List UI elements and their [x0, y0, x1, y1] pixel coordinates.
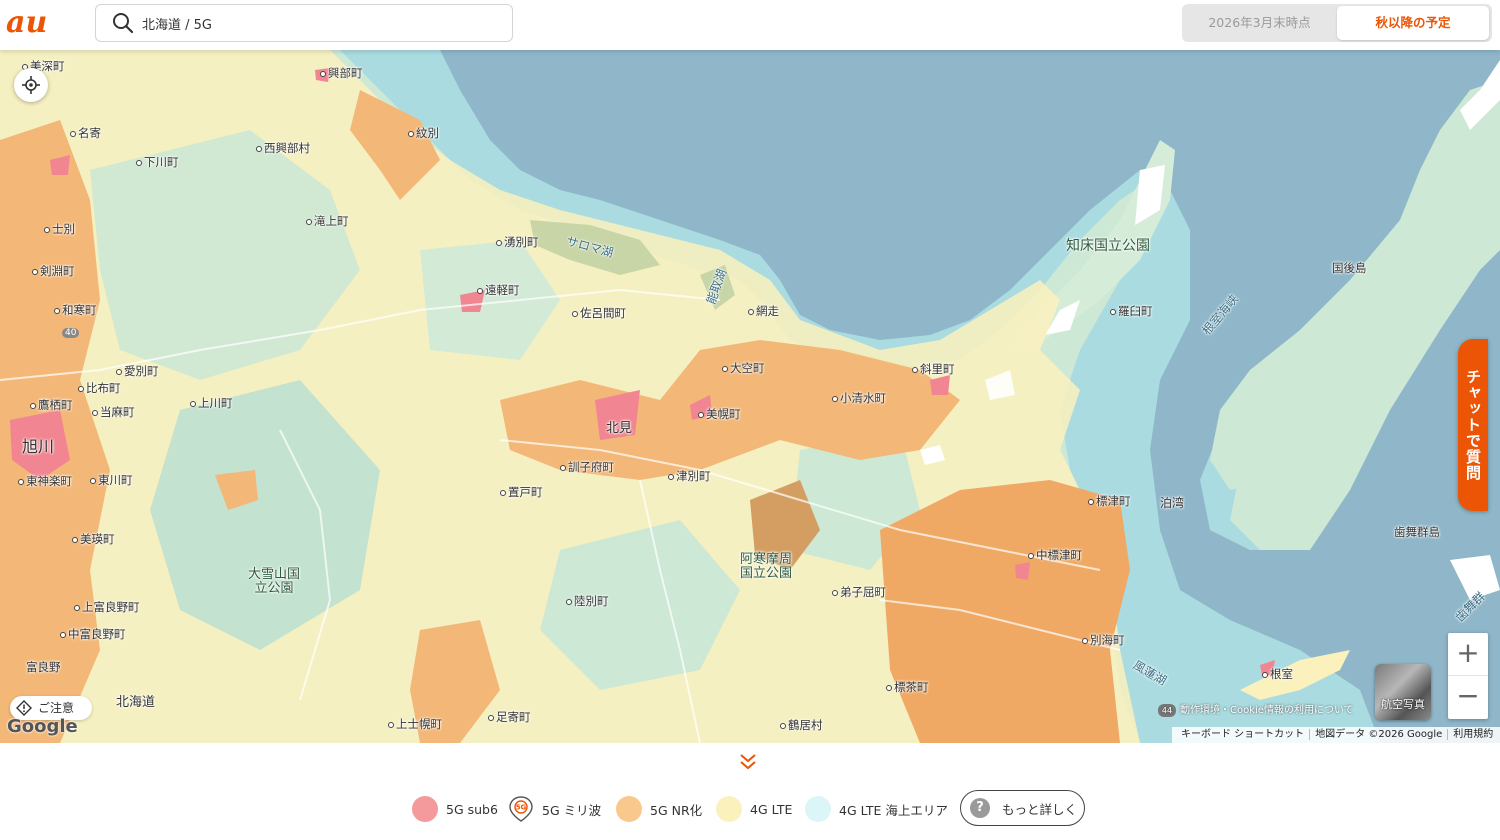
road-shield-44: 44: [1158, 704, 1176, 717]
legend-item-4g-lte-sea: 4G LTE 海上エリア: [805, 796, 948, 822]
place-label: 標津町: [1088, 493, 1131, 509]
city-label-kitami: 北見: [606, 421, 633, 436]
place-label: 上富良野町: [74, 599, 140, 615]
search-input[interactable]: 北海道 / 5G: [142, 14, 212, 33]
road-shield-40: 40: [62, 328, 80, 338]
place-label: 標茶町: [886, 679, 929, 695]
place-label: 中標津町: [1028, 547, 1082, 563]
place-label: 鶴居村: [780, 717, 823, 733]
legend-swatch: [616, 796, 642, 822]
place-label: 下川町: [136, 154, 179, 170]
legend-swatch: [805, 796, 831, 822]
crosshair-icon: [22, 76, 40, 94]
google-logo: Google: [7, 716, 78, 737]
place-label: 大空町: [722, 360, 765, 376]
chat-question-button[interactable]: チャットで質問: [1458, 339, 1488, 511]
search-icon: [113, 13, 134, 34]
place-label: 美瑛町: [72, 531, 115, 547]
legend-swatch: [412, 796, 438, 822]
legend-item-5g-nr: 5G NR化: [616, 796, 702, 822]
place-label: 小清水町: [832, 390, 886, 406]
au-logo[interactable]: au: [6, 6, 66, 40]
place-label: 別海町: [1082, 632, 1125, 648]
place-label: 美幌町: [698, 406, 741, 422]
place-label: 鷹栖町: [30, 397, 73, 413]
map-data-credit: 地図データ ©2026 Google: [1310, 729, 1449, 740]
place-label: 根室: [1262, 666, 1293, 682]
place-label: 和寒町: [54, 302, 97, 318]
place-label: 愛別町: [116, 363, 159, 379]
aerial-label: 航空写真: [1381, 698, 1425, 711]
place-label: 網走: [748, 303, 779, 319]
place-label: 訓子府町: [560, 459, 614, 475]
place-label: 士別: [44, 221, 75, 237]
place-label: 興部町: [320, 65, 363, 81]
place-label: 名寄: [70, 125, 101, 141]
svg-text:5G: 5G: [516, 804, 527, 812]
legend-item-5g-mmwave: 5G 5G ミリ波: [508, 796, 601, 822]
place-label: 上川町: [190, 395, 233, 411]
region-label: 北海道: [116, 695, 156, 710]
search-box[interactable]: 北海道 / 5G: [95, 4, 513, 42]
chevron-double-down-icon[interactable]: [738, 752, 758, 772]
city-label-asahikawa: 旭川: [22, 437, 55, 456]
place-label: 東川町: [90, 472, 133, 488]
place-label: 中富良野町: [60, 626, 126, 642]
aerial-photo-toggle[interactable]: 航空写真: [1375, 664, 1431, 720]
park-label: 阿寒摩周国立公園: [739, 552, 792, 581]
place-label: 羅臼町: [1110, 303, 1153, 319]
place-label: 東神楽町: [18, 473, 72, 489]
header: au 北海道 / 5G 2026年3月末時点 秋以降の予定: [0, 0, 1500, 50]
place-label: 置戸町: [500, 484, 543, 500]
coverage-legend: 5G sub6 5G 5G ミリ波 5G NR化 4G LTE 4G LTE 海…: [0, 790, 1500, 830]
place-label: 津別町: [668, 468, 711, 484]
bay-label: 泊湾: [1160, 496, 1185, 510]
place-label: 富良野: [26, 660, 61, 674]
place-label: 陸別町: [566, 593, 609, 609]
caution-label: ご注意: [38, 701, 75, 715]
place-label: 佐呂間町: [572, 305, 626, 321]
tab-future-period[interactable]: 秋以降の予定: [1337, 6, 1489, 40]
place-label: 湧別町: [496, 234, 539, 250]
tab-current-period[interactable]: 2026年3月末時点: [1182, 4, 1337, 42]
zoom-control: + −: [1448, 633, 1488, 719]
park-label: 知床国立公園: [1066, 238, 1150, 254]
current-location-button[interactable]: [14, 68, 48, 102]
place-label: 紋別: [408, 125, 439, 141]
keyboard-shortcuts-link[interactable]: キーボード ショートカット: [1176, 729, 1311, 740]
place-label: 足寄町: [488, 709, 531, 725]
5g-mmwave-pin-icon: 5G: [509, 796, 533, 822]
island-label: 歯舞群島: [1394, 525, 1440, 539]
place-label: 西興部村: [256, 140, 310, 156]
zoom-out-button[interactable]: −: [1448, 676, 1488, 719]
island-label: 国後島: [1332, 261, 1367, 275]
place-label: 当麻町: [92, 404, 135, 420]
place-label: 斜里町: [912, 361, 955, 377]
place-label: 比布町: [78, 380, 121, 396]
legend-item-4g-lte: 4G LTE: [716, 796, 792, 822]
attribution-bar: キーボード ショートカット 地図データ ©2026 Google 利用規約: [1172, 727, 1500, 743]
place-label: 剣淵町: [32, 263, 75, 279]
place-label: 弟子屈町: [832, 584, 886, 600]
legend-swatch: [716, 796, 742, 822]
question-icon: ?: [970, 798, 990, 818]
warning-diamond-icon: [16, 700, 32, 716]
more-details-button[interactable]: ? もっと詳しく: [960, 790, 1085, 826]
legend-item-5g-sub6: 5G sub6: [412, 796, 498, 822]
terms-link[interactable]: 利用規約: [1448, 729, 1498, 740]
coverage-map[interactable]: 40 美深町 興部町 名寄 紋別 下川町 西興部村 士別 滝上町 湧別町 サロマ…: [0, 50, 1500, 743]
period-toggle: 2026年3月末時点 秋以降の予定: [1182, 4, 1492, 42]
attribution-environment[interactable]: 44 動作環境・Cookie情報の利用について: [1158, 703, 1354, 719]
park-label: 大雪山国立公園: [247, 567, 300, 596]
svg-text:au: au: [6, 6, 47, 40]
place-label: 上士幌町: [388, 716, 442, 732]
zoom-in-button[interactable]: +: [1448, 633, 1488, 676]
place-label: 遠軽町: [477, 282, 520, 298]
place-label: 滝上町: [306, 213, 349, 229]
